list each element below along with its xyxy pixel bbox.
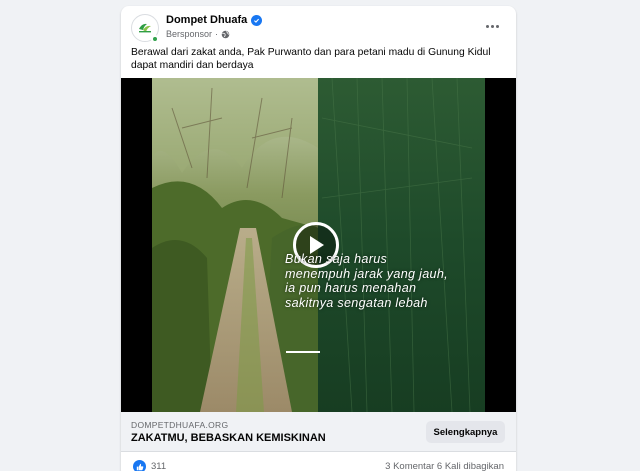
more-options-button[interactable] (479, 14, 505, 38)
like-reaction-icon (133, 460, 146, 471)
reaction-count[interactable]: 311 (151, 461, 166, 471)
video-player[interactable]: Bukan saja harus menempuh jarak yang jau… (121, 78, 516, 412)
share-count[interactable]: 6 Kali dibagikan (437, 461, 504, 471)
globe-icon (221, 30, 230, 38)
post-stats: 311 3 Komentar 6 Kali dibagikan (121, 458, 516, 471)
separator-dot: · (215, 29, 219, 39)
link-domain: DOMPETDHUAFA.ORG (131, 420, 229, 430)
post-caption: Berawal dari zakat anda, Pak Purwanto da… (131, 47, 491, 71)
engagement-counts: 3 Komentar 6 Kali dibagikan (385, 461, 504, 471)
verified-badge-icon (251, 14, 263, 26)
video-overlay-text: Bukan saja harus menempuh jarak yang jau… (285, 252, 448, 310)
learn-more-button[interactable]: Selengkapnya (426, 421, 505, 443)
sponsored-row: Bersponsor · (166, 29, 230, 39)
more-dot (490, 24, 494, 28)
post-header: Dompet Dhuafa Bersponsor · (121, 6, 516, 46)
link-headline[interactable]: ZAKATMU, BEBASKAN KEMISKINAN (131, 432, 326, 444)
page-name[interactable]: Dompet Dhuafa (166, 14, 263, 26)
more-options-icon (485, 24, 489, 28)
page-name-text[interactable]: Dompet Dhuafa (166, 14, 247, 26)
active-status-dot (151, 35, 159, 43)
overlay-underline (286, 351, 320, 353)
sponsored-post-card: Dompet Dhuafa Bersponsor · Berawal dari … (121, 6, 516, 471)
sponsored-label[interactable]: Bersponsor (166, 29, 212, 39)
comment-count[interactable]: 3 Komentar (385, 461, 434, 471)
link-preview[interactable]: DOMPETDHUAFA.ORG ZAKATMU, BEBASKAN KEMIS… (121, 412, 516, 452)
more-dot (495, 24, 499, 28)
